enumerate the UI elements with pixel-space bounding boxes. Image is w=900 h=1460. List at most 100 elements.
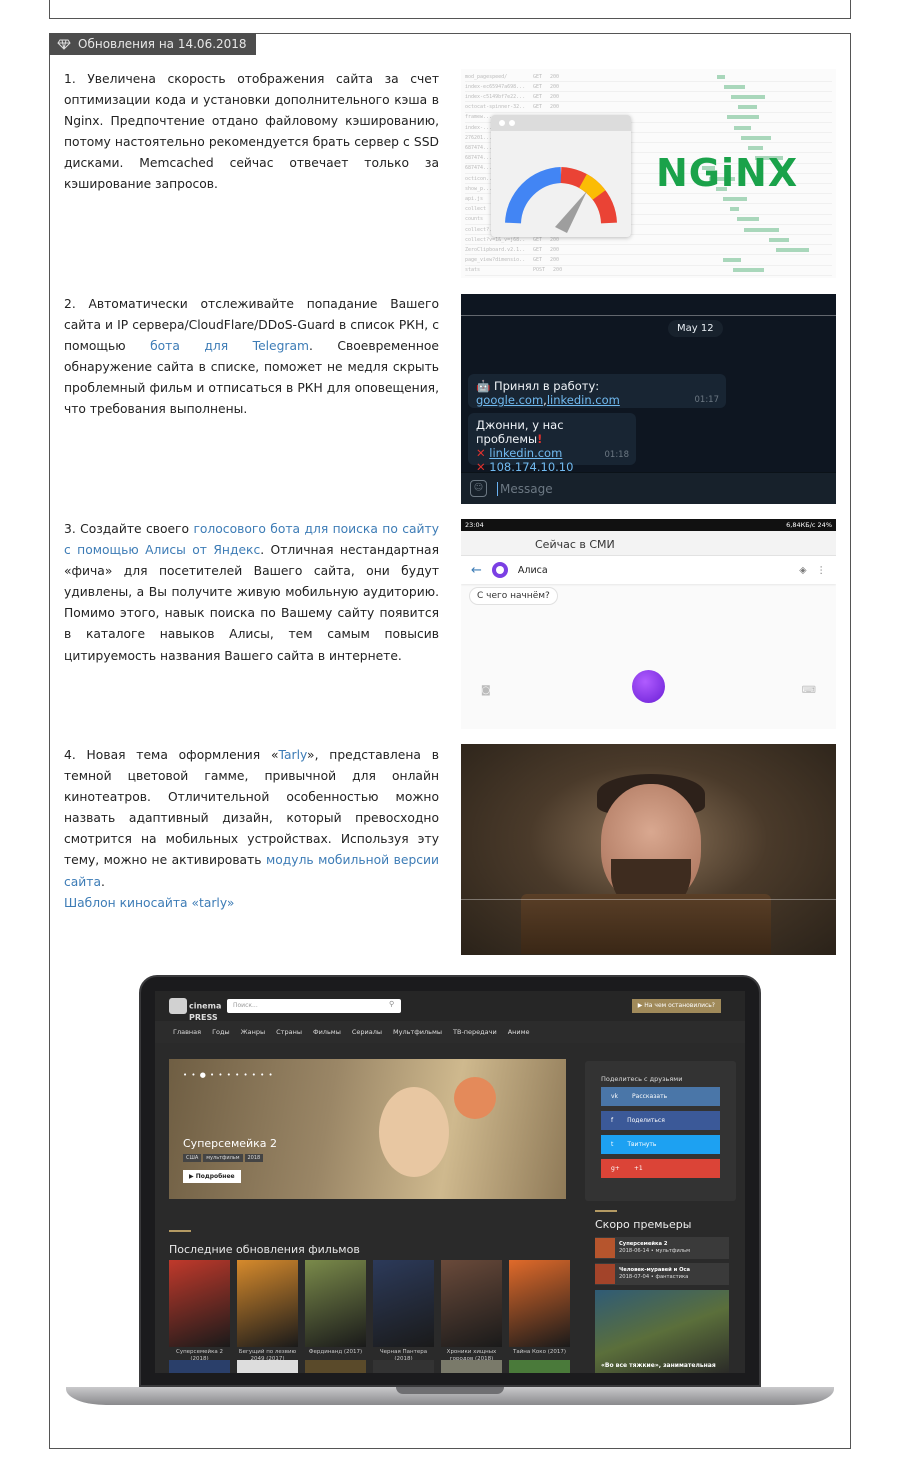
poster-image [169,1260,230,1347]
request-method: GET [533,246,543,253]
posters-row-2 [169,1360,570,1373]
hero-title: Суперсемейка 2 [183,1137,278,1150]
request-status: 200 [550,246,560,253]
poster-caption: Тайна Коко (2017) [512,1349,566,1355]
camera-icon[interactable]: ◙ [481,685,491,696]
facebook-share-button[interactable]: f Поделиться [601,1111,720,1130]
nav-item[interactable]: Годы [212,1028,230,1036]
request-name: ZeroClipboard.v2.1... [465,246,525,253]
network-row[interactable]: mod_pagespeed/GET 200 [465,72,832,82]
nav-item[interactable]: Мультфильмы [393,1028,442,1036]
poster-image [237,1260,298,1347]
timing-bar [731,94,766,99]
tarly-link[interactable]: Tarly [279,748,308,762]
nav-item[interactable]: Жанры [241,1028,266,1036]
nav-item[interactable]: Фильмы [313,1028,341,1036]
slider-dots[interactable]: • • ● • • • • • • • • [183,1071,274,1079]
updates-header: Обновления на 14.06.2018 [49,33,256,55]
nav-item[interactable]: Страны [276,1028,302,1036]
request-status: 200 [550,257,560,264]
status-bar: 23:04 6,84КБ/с 24% [461,519,836,531]
link-google[interactable]: google.com [476,393,543,407]
nav-item[interactable]: ТВ-передачи [453,1028,497,1036]
nav-item[interactable]: Сериалы [352,1028,382,1036]
telegram-bot-link[interactable]: бота для Telegram [150,339,309,353]
timing-bar [723,196,747,201]
coming-soon-title: Скоро премьеры [595,1210,692,1231]
suggestion-chip[interactable]: С чего начнём? [469,587,558,605]
message-input-bar[interactable]: ☺ Message [461,472,836,504]
movie-poster[interactable]: Суперсемейка 2 (2018) [169,1260,230,1363]
timing-bar [730,207,739,212]
poster-image [305,1260,366,1347]
section-3-image: 23:04 6,84КБ/с 24% Сейчас в СМИ ← Алиса ◈… [461,519,836,729]
request-status: 200 [550,236,560,243]
timing-bar [727,115,759,120]
latest-posters: Суперсемейка 2 (2018) Бегущий по лезвию 2… [169,1260,570,1363]
laptop-notch [396,1387,504,1394]
alice-name: Алиса [517,564,548,576]
soon-item[interactable]: Суперсемейка 2 2018-06-14 • мультфильм [595,1237,729,1259]
nav-item[interactable]: Главная [173,1028,201,1036]
message-input[interactable]: Message [497,482,553,496]
search-input[interactable]: Поиск... [227,999,401,1013]
soon-item[interactable]: Человек-муравей и Оса 2018-07-04 • фантас… [595,1263,729,1285]
movie-poster[interactable]: Фердинанд (2017) [305,1260,366,1363]
timing-bar [744,227,779,232]
network-row[interactable]: octocat-spinner-32... GET 200 [465,103,832,113]
tarly-template-link[interactable]: Шаблон киносайта «tarly» [64,893,234,914]
twitter-share-button[interactable]: t Твитнуть [601,1135,720,1154]
request-name: octocat-spinner-32... [465,104,525,111]
vk-share-button[interactable]: vk Рассказать [601,1087,720,1106]
facebook-icon: f [611,1117,614,1124]
poster-image [509,1260,570,1347]
sticker-icon[interactable]: ☺ [470,480,487,497]
laptop-mockup: cinema PRESS Поиск... ⚲ ▶ На чем останови… [139,975,761,1387]
cross-icon: ✕ [476,446,486,460]
featured-soon[interactable]: «Во все тяжкие», занимательная [595,1290,729,1373]
link-linkedin[interactable]: linkedin.com [547,393,620,407]
section-2-image: May 12 🤖 Принял в работу: google.com,lin… [461,294,836,504]
network-row[interactable]: stats POST 200 [465,266,832,276]
keyboard-icon[interactable]: ⌨ [802,685,816,696]
movie-poster[interactable]: Черная Пантера (2018) [373,1260,434,1363]
search-icon[interactable]: ⚲ [389,1000,394,1008]
voice-button[interactable] [632,670,665,703]
request-name: index-ec65947a698... [465,83,525,90]
link-linkedin-blocked[interactable]: linkedin.com [489,446,562,460]
request-status: 200 [553,267,563,274]
nav-item[interactable]: Аниме [508,1028,530,1036]
cube-icon[interactable]: ◈ [799,565,806,576]
back-arrow-icon[interactable]: ← [471,563,482,578]
diamond-icon [57,39,71,50]
movie-poster[interactable]: Хроники хищных городов (2018) [441,1260,502,1363]
timing-bar [734,125,751,130]
request-status: 200 [550,73,560,80]
more-button[interactable]: ▶ Подробнее [183,1170,241,1183]
more-icon[interactable]: ⋮ [817,565,827,576]
movie-poster[interactable]: Тайна Коко (2017) [509,1260,570,1363]
network-row[interactable]: ZeroClipboard.v2.1... GET 200 [465,245,832,256]
request-status: 200 [550,104,560,111]
network-row[interactable]: page_view?dimensio... GET 200 [465,256,832,266]
timing-bar [723,258,742,263]
timing-bar [748,145,763,150]
request-method: GET [533,104,543,111]
request-name: page_view?dimensio... [465,257,525,264]
timing-bar [737,217,759,222]
poster-caption: Фердинанд (2017) [308,1349,363,1355]
nginx-logo: NGiNX [656,151,799,195]
movie-poster[interactable]: Бегущий по лезвию 2049 (2017) [237,1260,298,1363]
google-plus-share-button[interactable]: g+ +1 [601,1159,720,1178]
network-row[interactable]: index-c5149bf7e22... GET 200 [465,92,832,103]
site-logo[interactable]: cinema PRESS [169,998,221,1022]
news-strip: Сейчас в СМИ [461,531,836,556]
request-method: GET [533,93,543,100]
section-1-text: 1. Увеличена скорость отображения сайта … [64,72,439,192]
network-row[interactable]: index-ec65947a698... GET 200 [465,82,832,93]
cinemapress-site: cinema PRESS Поиск... ⚲ ▶ На чем останови… [155,991,745,1373]
continue-watching-button[interactable]: ▶ На чем остановились? [631,999,721,1013]
request-name: index-c5149bf7e22... [465,93,525,100]
request-name: stats [465,267,481,274]
section-4-text: 4. Новая тема оформления «Tarly», предст… [64,748,439,889]
